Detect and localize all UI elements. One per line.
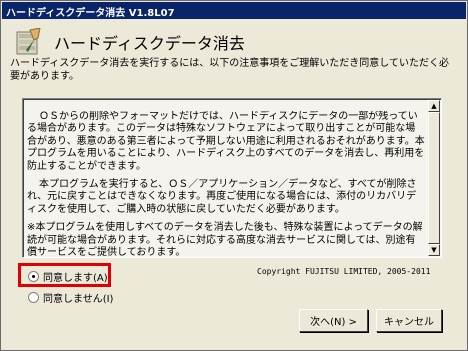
license-paragraph: ＯＳからの削除やフォーマットだけでは、ハードディスクにデータの一部が残っている場… bbox=[27, 111, 425, 172]
agree-radio-label: 同意します(A) bbox=[43, 272, 108, 284]
page-title: ハードディスクデータ消去 bbox=[54, 34, 245, 53]
scroll-down-button[interactable]: ▼ bbox=[428, 244, 440, 256]
vertical-scrollbar[interactable]: ▲ ▼ bbox=[428, 100, 440, 256]
window-title: ハードディスクデータ消去 V1.8L07 bbox=[6, 8, 175, 19]
disagree-radio[interactable]: 同意しません(I) bbox=[28, 290, 114, 305]
license-textbox[interactable]: ＯＳからの削除やフォーマットだけでは、ハードディスクにデータの一部が残っている場… bbox=[22, 98, 442, 258]
next-button[interactable]: 次へ(N) > bbox=[299, 309, 368, 332]
license-paragraph: 本プログラムを実行すると、ＯＳ／アプリケーション／データなど、すべてが削除され、… bbox=[27, 179, 417, 215]
eraser-disk-icon bbox=[16, 28, 41, 55]
title-bar[interactable]: ハードディスクデータ消去 V1.8L07 bbox=[2, 2, 466, 19]
agree-radio[interactable]: 同意します(A) bbox=[28, 269, 108, 284]
dialog-header: ハードディスクデータ消去 ハードディスクデータ消去を実行するには、以下の注意事項… bbox=[2, 20, 466, 84]
page-description: ハードディスクデータ消去を実行するには、以下の注意事項をご理解いただき同意してい… bbox=[10, 58, 449, 82]
copyright-text: Copyright FUJITSU LIMITED, 2005-2011 bbox=[257, 267, 431, 276]
agree-radio-circle[interactable] bbox=[28, 270, 39, 282]
scroll-thumb[interactable] bbox=[428, 112, 440, 244]
disagree-radio-circle[interactable] bbox=[28, 291, 39, 303]
scroll-up-button[interactable]: ▲ bbox=[428, 100, 440, 112]
license-note: ※本プログラムを使用しすべてのデータを消去した後も、特殊な装置によってデータの解… bbox=[27, 222, 423, 257]
license-text: ＯＳからの削除やフォーマットだけでは、ハードディスクにデータの一部が残っている場… bbox=[27, 111, 425, 257]
dialog-window: ハードディスクデータ消去 V1.8L07 ハードディスクデータ消去 ハードディス… bbox=[0, 0, 468, 351]
cancel-button[interactable]: キャンセル bbox=[376, 309, 442, 332]
disagree-radio-label: 同意しません(I) bbox=[43, 293, 114, 305]
